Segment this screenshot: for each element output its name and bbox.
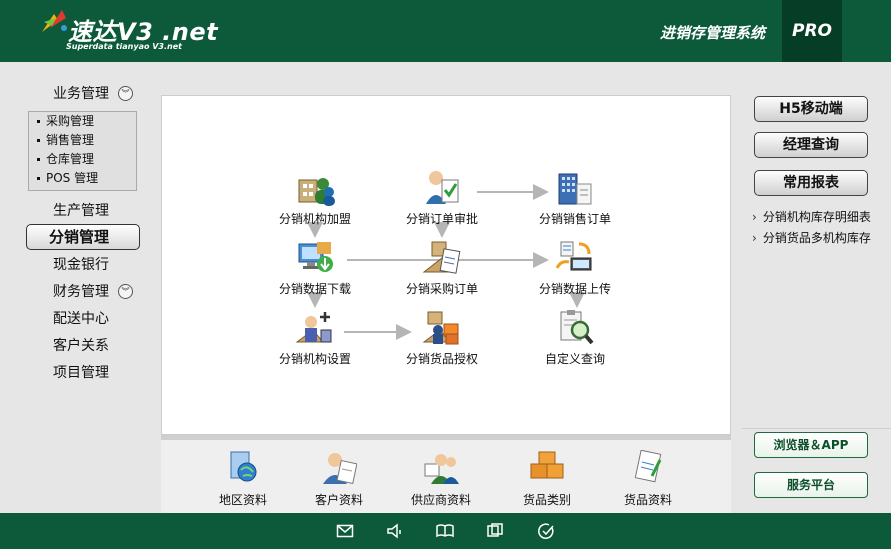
business-submenu: 采购管理 销售管理 仓库管理 POS 管理	[28, 111, 137, 191]
flow-purchase-order[interactable]: 分销采购订单	[392, 238, 492, 297]
globe-doc-icon	[230, 451, 257, 482]
book-icon[interactable]	[436, 522, 454, 540]
nav-business[interactable]: 业务管理 ︾	[26, 81, 140, 107]
supplier-data-button[interactable]: 供应商资料	[401, 450, 481, 508]
upload-icon	[555, 241, 592, 271]
flow-data-download[interactable]: 分销数据下载	[265, 238, 365, 297]
divider	[742, 428, 891, 429]
nav-project[interactable]: 项目管理	[26, 360, 140, 386]
mail-icon[interactable]	[336, 522, 354, 540]
flow-goods-auth-label: 分销货品授权	[405, 352, 478, 366]
flow-org-setup-label: 分销机构设置	[278, 352, 351, 366]
submenu-item-purchase[interactable]: 采购管理	[29, 112, 136, 131]
supplier-icon	[424, 454, 459, 484]
submenu-item-pos[interactable]: POS 管理	[29, 169, 136, 188]
region-data-button[interactable]: 地区资料	[203, 450, 283, 508]
manager-query-button[interactable]: 经理查询	[754, 132, 868, 158]
app-logo: 速达V3 .net Superdata tianyao V3.net	[40, 8, 218, 51]
goods-data-button[interactable]: 货品资料	[608, 449, 688, 508]
flow-data-download-label: 分销数据下载	[278, 282, 351, 296]
h5-mobile-button[interactable]: H5移动端	[754, 96, 868, 122]
service-platform-button[interactable]: 服务平台	[754, 472, 868, 498]
flow-org-join[interactable]: 分销机构加盟	[265, 168, 365, 227]
header-bar: 速达V3 .net Superdata tianyao V3.net 进销存管理…	[0, 0, 891, 62]
flow-sales-order-label: 分销销售订单	[538, 212, 611, 226]
flow-order-approve[interactable]: 分销订单审批	[392, 168, 492, 227]
goods-auth-icon	[422, 311, 459, 345]
flow-data-upload-label: 分销数据上传	[538, 282, 611, 296]
nav-distribution[interactable]: 分销管理	[26, 224, 140, 250]
boxes-icon	[530, 451, 564, 479]
purchase-order-icon	[422, 241, 461, 274]
sales-building-icon	[558, 173, 592, 205]
nav-crm[interactable]: 客户关系	[26, 333, 140, 359]
nav-finance-label: 财务管理	[53, 284, 109, 300]
flow-purchase-order-label: 分销采购订单	[405, 282, 478, 296]
chevron-down-icon[interactable]: ︾	[118, 284, 133, 299]
distribution-flow-panel: 分销机构加盟 分销订单审批 分销销售订单 分销数据下载 分销采购订单 分销数据上…	[161, 95, 731, 435]
common-reports-button[interactable]: 常用报表	[754, 170, 868, 196]
footer-bar	[0, 513, 891, 549]
flow-goods-auth[interactable]: 分销货品授权	[392, 308, 492, 367]
flow-custom-query[interactable]: 自定义查询	[525, 308, 625, 367]
region-data-label: 地区资料	[218, 493, 267, 507]
customer-data-button[interactable]: 客户资料	[299, 450, 379, 508]
nav-production[interactable]: 生产管理	[26, 198, 140, 224]
goods-type-label: 货品类别	[522, 493, 571, 507]
browser-app-button[interactable]: 浏览器＆APP	[754, 432, 868, 458]
flow-org-join-label: 分销机构加盟	[278, 212, 351, 226]
flow-sales-order[interactable]: 分销销售订单	[525, 168, 625, 227]
submenu-item-sales[interactable]: 销售管理	[29, 131, 136, 150]
system-title: 进销存管理系统	[660, 24, 766, 42]
basic-data-toolbar: 地区资料 客户资料 供应商资料 货品类别 货品资料	[161, 435, 731, 513]
nav-business-label: 业务管理	[53, 86, 109, 102]
check-circle-icon[interactable]	[537, 522, 555, 540]
nav-cash[interactable]: 现金银行	[26, 252, 140, 278]
building-people-icon	[298, 178, 335, 206]
org-setup-icon	[295, 312, 332, 343]
report-link-multi-org-stock[interactable]: 分销货品多机构库存	[752, 229, 871, 246]
report-link-inventory-detail[interactable]: 分销机构库存明细表	[752, 208, 871, 225]
nav-delivery[interactable]: 配送中心	[26, 306, 140, 332]
chevron-down-icon[interactable]: ︾	[118, 86, 133, 101]
windows-icon[interactable]	[486, 522, 504, 540]
download-icon	[298, 242, 333, 272]
goods-data-label: 货品资料	[623, 493, 672, 507]
logo-subtitle: Superdata tianyao V3.net	[66, 42, 182, 51]
flow-org-setup[interactable]: 分销机构设置	[265, 308, 365, 367]
supplier-data-label: 供应商资料	[410, 493, 471, 507]
approve-icon	[426, 171, 459, 204]
flow-custom-query-label: 自定义查询	[544, 352, 605, 366]
nav-finance[interactable]: 财务管理 ︾	[26, 279, 140, 305]
goods-type-button[interactable]: 货品类别	[507, 450, 587, 508]
flow-order-approve-label: 分销订单审批	[405, 212, 478, 226]
speaker-icon[interactable]	[386, 522, 404, 540]
submenu-item-warehouse[interactable]: 仓库管理	[29, 150, 136, 169]
logo-icon	[42, 10, 67, 32]
query-magnifier-icon	[560, 310, 594, 345]
customer-icon	[323, 453, 358, 485]
customer-data-label: 客户资料	[314, 493, 363, 507]
flow-data-upload[interactable]: 分销数据上传	[525, 238, 625, 297]
edition-badge: PRO	[782, 0, 842, 62]
goods-doc-icon	[634, 449, 662, 483]
